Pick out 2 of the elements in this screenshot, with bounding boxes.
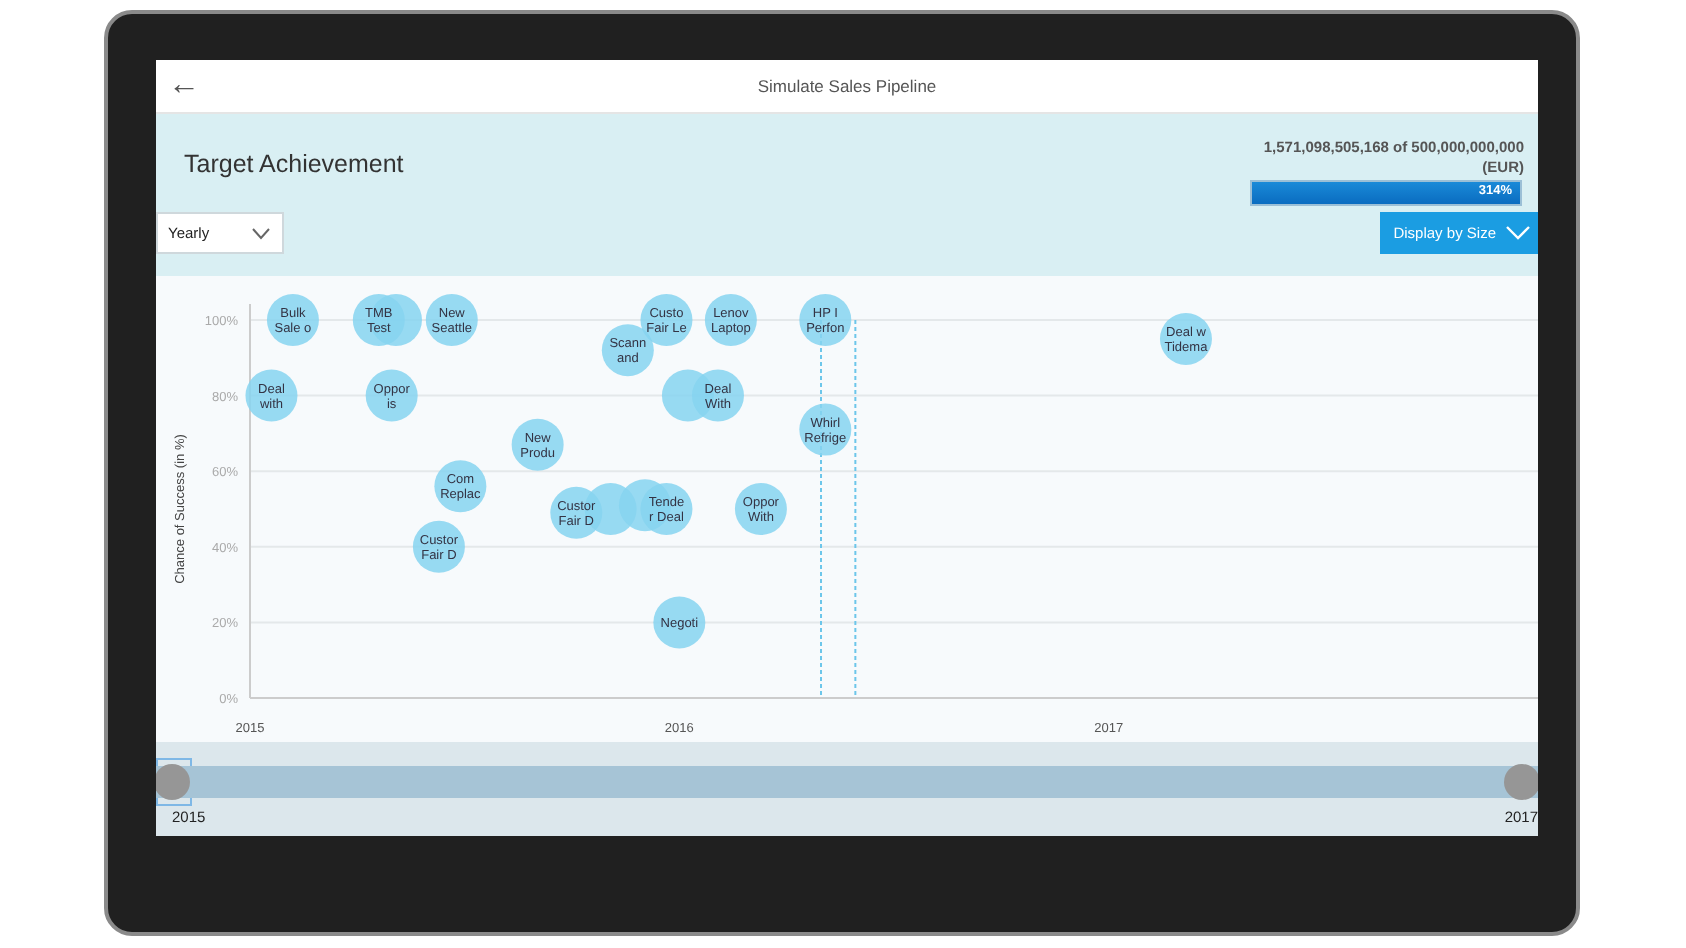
section-title: Target Achievement <box>184 150 404 178</box>
page-title: Simulate Sales Pipeline <box>757 76 937 96</box>
